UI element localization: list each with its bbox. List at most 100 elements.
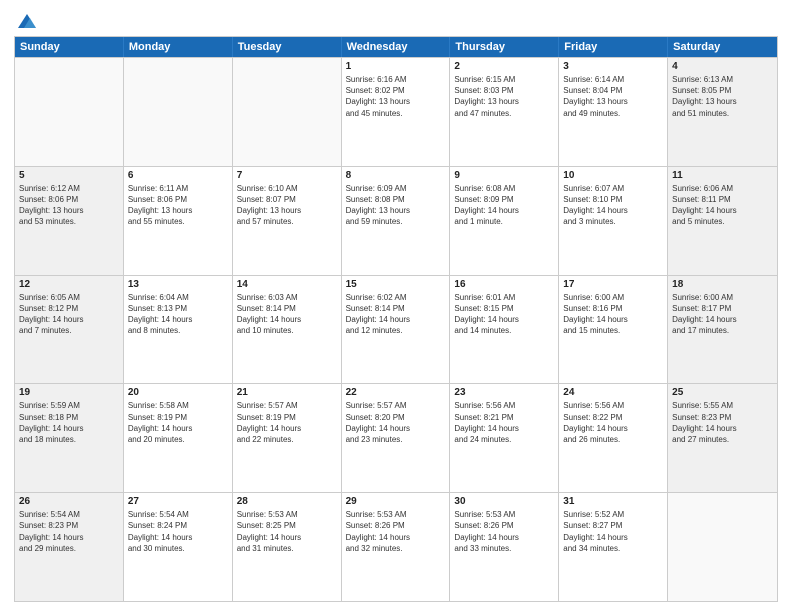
cal-cell-13: 13 Sunrise: 6:04 AMSunset: 8:13 PMDayligh… <box>124 276 233 384</box>
cal-cell-17: 17Sunrise: 6:00 AMSunset: 8:16 PMDayligh… <box>559 276 668 384</box>
logo <box>14 10 38 28</box>
cal-cell-empty-2 <box>233 58 342 166</box>
weekday-header-tuesday: Tuesday <box>233 37 342 57</box>
day-number: 21 <box>237 387 337 398</box>
day-number: 23 <box>454 387 554 398</box>
cal-cell-4: 4 Sunrise: 6:13 AMSunset: 8:05 PMDaylight… <box>668 58 777 166</box>
cell-info: Sunrise: 6:08 AMSunset: 8:09 PMDaylight:… <box>454 183 554 228</box>
cal-cell-9: 9 Sunrise: 6:08 AMSunset: 8:09 PMDaylight… <box>450 167 559 275</box>
cell-info: Sunrise: 5:58 AMSunset: 8:19 PMDaylight:… <box>128 400 228 445</box>
cell-info: Sunrise: 5:53 AMSunset: 8:26 PMDaylight:… <box>346 509 446 554</box>
week-row-5: 26 Sunrise: 5:54 AMSunset: 8:23 PMDayligh… <box>15 492 777 601</box>
cell-info: Sunrise: 5:59 AMSunset: 8:18 PMDaylight:… <box>19 400 119 445</box>
day-number: 10 <box>563 170 663 181</box>
cell-info: Sunrise: 6:02 AMSunset: 8:14 PMDaylight:… <box>346 292 446 337</box>
weekday-header-monday: Monday <box>124 37 233 57</box>
day-number: 7 <box>237 170 337 181</box>
cal-cell-5: 5 Sunrise: 6:12 AMSunset: 8:06 PMDaylight… <box>15 167 124 275</box>
cell-info: Sunrise: 6:12 AMSunset: 8:06 PMDaylight:… <box>19 183 119 228</box>
cal-cell-26: 26 Sunrise: 5:54 AMSunset: 8:23 PMDayligh… <box>15 493 124 601</box>
day-number: 24 <box>563 387 663 398</box>
cal-cell-21: 21 Sunrise: 5:57 AMSunset: 8:19 PMDayligh… <box>233 384 342 492</box>
day-number: 30 <box>454 496 554 507</box>
day-number: 25 <box>672 387 773 398</box>
day-number: 28 <box>237 496 337 507</box>
cell-info: Sunrise: 5:52 AMSunset: 8:27 PMDaylight:… <box>563 509 663 554</box>
calendar-header-row: SundayMondayTuesdayWednesdayThursdayFrid… <box>15 37 777 57</box>
cal-cell-19: 19 Sunrise: 5:59 AMSunset: 8:18 PMDayligh… <box>15 384 124 492</box>
cell-info: Sunrise: 6:06 AMSunset: 8:11 PMDaylight:… <box>672 183 773 228</box>
day-number: 14 <box>237 279 337 290</box>
cal-cell-3: 3Sunrise: 6:14 AMSunset: 8:04 PMDaylight… <box>559 58 668 166</box>
day-number: 16 <box>454 279 554 290</box>
cal-cell-22: 22Sunrise: 5:57 AMSunset: 8:20 PMDayligh… <box>342 384 451 492</box>
weekday-header-sunday: Sunday <box>15 37 124 57</box>
logo-text <box>14 10 38 32</box>
cal-cell-empty-6 <box>668 493 777 601</box>
calendar-body: 1Sunrise: 6:16 AMSunset: 8:02 PMDaylight… <box>15 57 777 601</box>
cal-cell-27: 27Sunrise: 5:54 AMSunset: 8:24 PMDayligh… <box>124 493 233 601</box>
cal-cell-15: 15Sunrise: 6:02 AMSunset: 8:14 PMDayligh… <box>342 276 451 384</box>
cal-cell-29: 29 Sunrise: 5:53 AMSunset: 8:26 PMDayligh… <box>342 493 451 601</box>
weekday-header-friday: Friday <box>559 37 668 57</box>
cal-cell-20: 20 Sunrise: 5:58 AMSunset: 8:19 PMDayligh… <box>124 384 233 492</box>
day-number: 13 <box>128 279 228 290</box>
cell-info: Sunrise: 6:05 AMSunset: 8:12 PMDaylight:… <box>19 292 119 337</box>
day-number: 8 <box>346 170 446 181</box>
header <box>14 10 778 28</box>
cell-info: Sunrise: 5:57 AMSunset: 8:19 PMDaylight:… <box>237 400 337 445</box>
cal-cell-14: 14 Sunrise: 6:03 AMSunset: 8:14 PMDayligh… <box>233 276 342 384</box>
cell-info: Sunrise: 6:00 AMSunset: 8:17 PMDaylight:… <box>672 292 773 337</box>
weekday-header-thursday: Thursday <box>450 37 559 57</box>
cell-info: Sunrise: 5:55 AMSunset: 8:23 PMDaylight:… <box>672 400 773 445</box>
weekday-header-wednesday: Wednesday <box>342 37 451 57</box>
cal-cell-25: 25 Sunrise: 5:55 AMSunset: 8:23 PMDayligh… <box>668 384 777 492</box>
day-number: 4 <box>672 61 773 72</box>
cell-info: Sunrise: 6:04 AMSunset: 8:13 PMDaylight:… <box>128 292 228 337</box>
day-number: 22 <box>346 387 446 398</box>
cal-cell-6: 6Sunrise: 6:11 AMSunset: 8:06 PMDaylight… <box>124 167 233 275</box>
cal-cell-7: 7Sunrise: 6:10 AMSunset: 8:07 PMDaylight… <box>233 167 342 275</box>
cal-cell-empty-1 <box>124 58 233 166</box>
cal-cell-16: 16 Sunrise: 6:01 AMSunset: 8:15 PMDayligh… <box>450 276 559 384</box>
cal-cell-23: 23 Sunrise: 5:56 AMSunset: 8:21 PMDayligh… <box>450 384 559 492</box>
cell-info: Sunrise: 6:03 AMSunset: 8:14 PMDaylight:… <box>237 292 337 337</box>
cell-info: Sunrise: 6:15 AMSunset: 8:03 PMDaylight:… <box>454 74 554 119</box>
day-number: 11 <box>672 170 773 181</box>
week-row-3: 12 Sunrise: 6:05 AMSunset: 8:12 PMDayligh… <box>15 275 777 384</box>
week-row-2: 5 Sunrise: 6:12 AMSunset: 8:06 PMDaylight… <box>15 166 777 275</box>
day-number: 18 <box>672 279 773 290</box>
cell-info: Sunrise: 6:07 AMSunset: 8:10 PMDaylight:… <box>563 183 663 228</box>
cell-info: Sunrise: 5:56 AMSunset: 8:22 PMDaylight:… <box>563 400 663 445</box>
day-number: 29 <box>346 496 446 507</box>
day-number: 2 <box>454 61 554 72</box>
cell-info: Sunrise: 6:13 AMSunset: 8:05 PMDaylight:… <box>672 74 773 119</box>
day-number: 9 <box>454 170 554 181</box>
day-number: 26 <box>19 496 119 507</box>
cal-cell-24: 24 Sunrise: 5:56 AMSunset: 8:22 PMDayligh… <box>559 384 668 492</box>
cell-info: Sunrise: 6:09 AMSunset: 8:08 PMDaylight:… <box>346 183 446 228</box>
cal-cell-12: 12 Sunrise: 6:05 AMSunset: 8:12 PMDayligh… <box>15 276 124 384</box>
cell-info: Sunrise: 6:01 AMSunset: 8:15 PMDaylight:… <box>454 292 554 337</box>
cal-cell-30: 30Sunrise: 5:53 AMSunset: 8:26 PMDayligh… <box>450 493 559 601</box>
cal-cell-1: 1Sunrise: 6:16 AMSunset: 8:02 PMDaylight… <box>342 58 451 166</box>
cell-info: Sunrise: 6:16 AMSunset: 8:02 PMDaylight:… <box>346 74 446 119</box>
cell-info: Sunrise: 5:56 AMSunset: 8:21 PMDaylight:… <box>454 400 554 445</box>
day-number: 12 <box>19 279 119 290</box>
cell-info: Sunrise: 6:14 AMSunset: 8:04 PMDaylight:… <box>563 74 663 119</box>
cell-info: Sunrise: 5:53 AMSunset: 8:25 PMDaylight:… <box>237 509 337 554</box>
cell-info: Sunrise: 6:11 AMSunset: 8:06 PMDaylight:… <box>128 183 228 228</box>
calendar: SundayMondayTuesdayWednesdayThursdayFrid… <box>14 36 778 602</box>
day-number: 5 <box>19 170 119 181</box>
cal-cell-2: 2 Sunrise: 6:15 AMSunset: 8:03 PMDaylight… <box>450 58 559 166</box>
weekday-header-saturday: Saturday <box>668 37 777 57</box>
logo-icon <box>16 10 38 32</box>
day-number: 20 <box>128 387 228 398</box>
cell-info: Sunrise: 6:00 AMSunset: 8:16 PMDaylight:… <box>563 292 663 337</box>
day-number: 19 <box>19 387 119 398</box>
cal-cell-31: 31Sunrise: 5:52 AMSunset: 8:27 PMDayligh… <box>559 493 668 601</box>
cal-cell-11: 11 Sunrise: 6:06 AMSunset: 8:11 PMDayligh… <box>668 167 777 275</box>
week-row-1: 1Sunrise: 6:16 AMSunset: 8:02 PMDaylight… <box>15 57 777 166</box>
cell-info: Sunrise: 5:54 AMSunset: 8:23 PMDaylight:… <box>19 509 119 554</box>
page: SundayMondayTuesdayWednesdayThursdayFrid… <box>0 0 792 612</box>
